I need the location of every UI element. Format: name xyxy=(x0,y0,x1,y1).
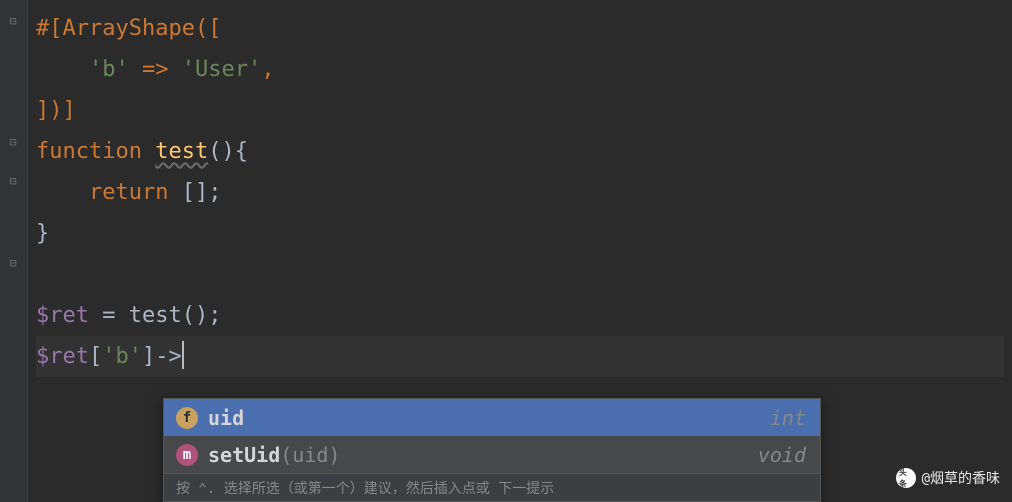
fold-collapse-icon[interactable]: ⊟ xyxy=(6,174,20,188)
code-line-3[interactable]: ])] xyxy=(36,90,1004,131)
code-line-2[interactable]: 'b' => 'User', xyxy=(36,49,1004,90)
completion-item[interactable]: f uid int xyxy=(164,399,820,436)
code-line-8[interactable]: $ret = test(); xyxy=(36,295,1004,336)
completion-name: uid xyxy=(208,406,244,430)
code-line-7[interactable] xyxy=(36,254,1004,295)
code-line-4[interactable]: function test(){ xyxy=(36,131,1004,172)
editor-gutter: ⊟ ⊟ ⊟ ⊟ xyxy=(0,0,28,502)
field-icon: f xyxy=(176,407,198,429)
fold-collapse-icon[interactable]: ⊟ xyxy=(6,14,20,28)
completion-hint: 按 ⌃. 选择所选（或第一个）建议，然后插入点或 下一提示 xyxy=(164,473,820,501)
toutiao-logo-icon xyxy=(896,468,916,488)
completion-item[interactable]: m setUid(uid) void ⋮ xyxy=(164,436,820,473)
code-line-6[interactable]: } xyxy=(36,213,1004,254)
fold-end-icon[interactable]: ⊟ xyxy=(6,256,20,270)
completion-name: setUid xyxy=(208,443,280,467)
completion-type: void xyxy=(758,443,806,467)
method-icon: m xyxy=(176,444,198,466)
fold-end-icon[interactable]: ⊟ xyxy=(6,135,20,149)
code-line-1[interactable]: #[ArrayShape([ xyxy=(36,8,1004,49)
completion-type: int xyxy=(770,406,806,430)
code-line-9[interactable]: $ret['b']-> xyxy=(36,336,1004,377)
completion-params: (uid) xyxy=(280,443,340,467)
completion-popup: f uid int m setUid(uid) void ⋮ 按 ⌃. 选择所选… xyxy=(163,398,821,502)
code-line-5[interactable]: return []; xyxy=(36,172,1004,213)
watermark: @烟草的香味 xyxy=(896,468,1000,488)
text-cursor xyxy=(182,341,184,369)
watermark-text: @烟草的香味 xyxy=(922,468,1000,488)
